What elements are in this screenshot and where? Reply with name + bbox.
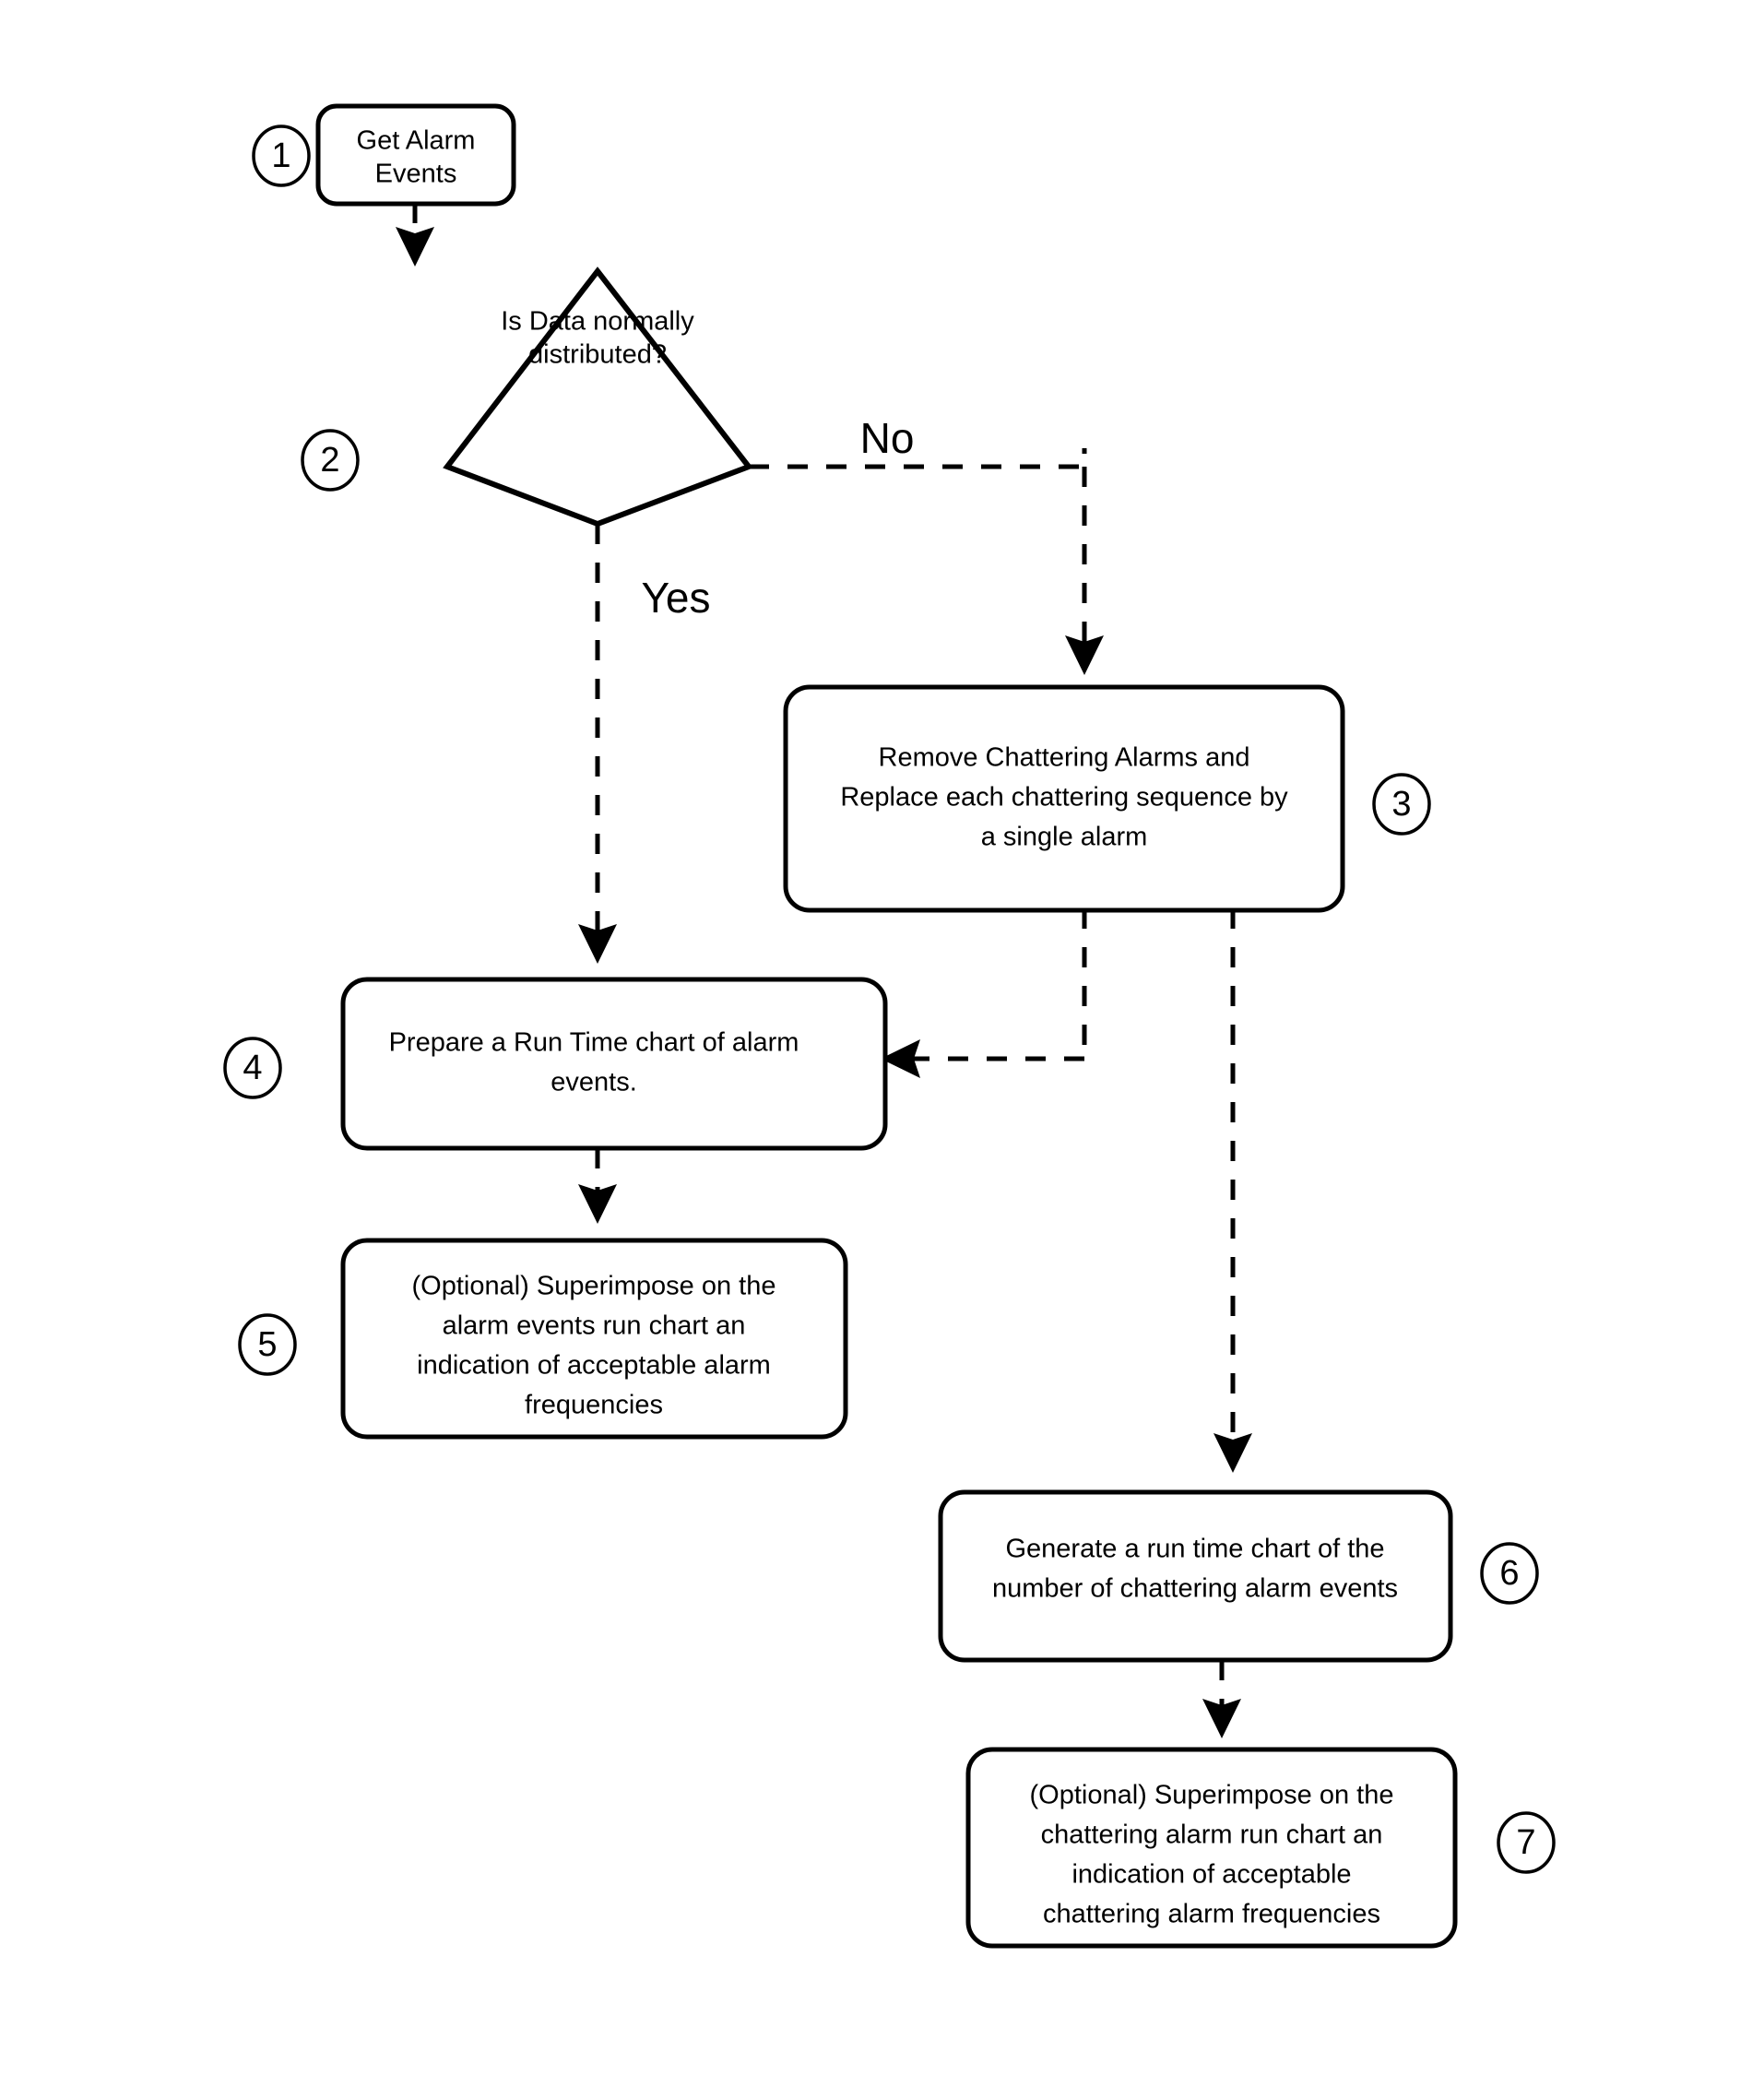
step-marker-4-label: 4: [243, 1049, 262, 1087]
edge-label-no: No: [860, 414, 915, 462]
node-prepare-run-time-chart[interactable]: [340, 977, 888, 1151]
node-4-line-2: events.: [551, 1068, 637, 1097]
node-7-line-1: (Optional) Superimpose on the: [1030, 1781, 1394, 1810]
flowchart-diagram: No Yes Get Alarm Events 1 Is Data normal…: [223, 103, 1556, 1949]
node-5-line-1: (Optional) Superimpose on the: [412, 1272, 776, 1301]
node-3-line-1: Remove Chattering Alarms and: [879, 743, 1250, 773]
node-6-line-2: number of chattering alarm events: [992, 1574, 1398, 1604]
node-3-line-3: a single alarm: [981, 823, 1148, 852]
step-marker-6-label: 6: [1499, 1554, 1519, 1593]
step-marker-3-label: 3: [1391, 785, 1411, 824]
node-5-line-2: alarm events run chart an: [443, 1311, 746, 1341]
node-4-line-1: Prepare a Run Time chart of alarm: [389, 1028, 799, 1058]
node-6-line-1: Generate a run time chart of the: [1005, 1535, 1384, 1564]
node-1-line-1: Get Alarm: [357, 126, 476, 156]
node-2-line-1: Is Data normally: [501, 307, 694, 337]
node-7-line-4: chattering alarm frequencies: [1043, 1900, 1380, 1929]
node-5-line-3: indication of acceptable alarm: [417, 1351, 771, 1381]
connector-2-to-3-horizontal: [749, 448, 1087, 469]
node-3-line-2: Replace each chattering sequence by: [840, 783, 1288, 812]
node-1-line-2: Events: [375, 160, 457, 189]
node-5-line-4: frequencies: [525, 1391, 663, 1420]
step-marker-7-label: 7: [1516, 1823, 1535, 1862]
step-marker-5-label: 5: [257, 1325, 277, 1364]
step-marker-1-label: 1: [271, 136, 290, 175]
node-7-line-3: indication of acceptable: [1071, 1860, 1351, 1890]
edge-label-yes: Yes: [641, 574, 710, 622]
flowchart-canvas: No Yes Get Alarm Events 1 Is Data normal…: [0, 0, 1764, 2099]
node-7-line-2: chattering alarm run chart an: [1041, 1820, 1383, 1850]
step-marker-2-label: 2: [320, 441, 339, 480]
node-2-line-2: distributed?: [528, 340, 667, 370]
